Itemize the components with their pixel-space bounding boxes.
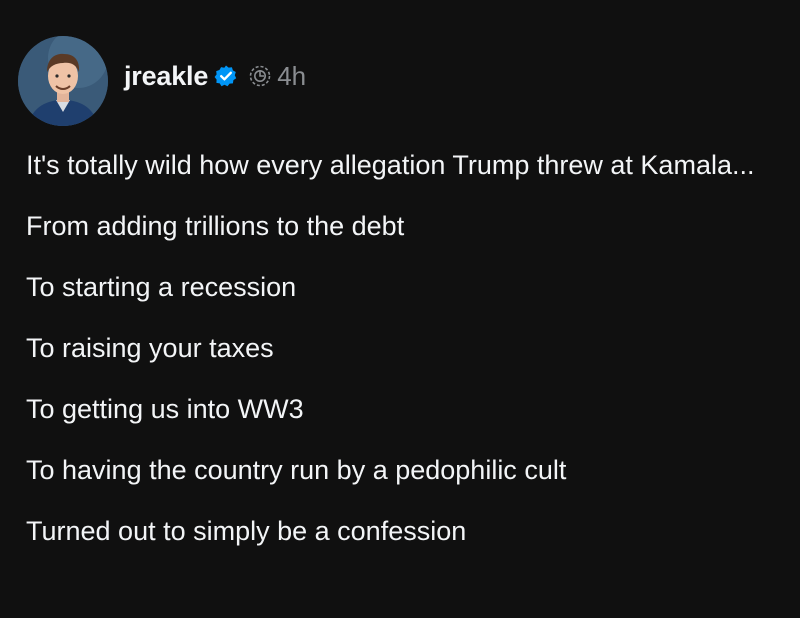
post-card: jreakle 4h It's totally wild how every a… [0,0,800,618]
avatar-photo-icon [18,36,108,126]
post-header: jreakle 4h [18,34,306,128]
post-meta: jreakle 4h [124,61,306,92]
post-paragraph: From adding trillions to the debt [26,211,405,241]
threads-icon [248,64,272,88]
avatar[interactable] [18,36,108,126]
post-paragraph: To having the country run by a pedophili… [26,455,567,485]
verified-badge-icon [214,64,238,88]
username[interactable]: jreakle [124,61,208,92]
post-paragraph: To getting us into WW3 [26,394,304,424]
post-paragraph: Turned out to simply be a confession [26,516,467,546]
post-paragraph: To starting a recession [26,272,297,302]
post-paragraph: It's totally wild how every allegation T… [26,150,755,180]
post-timestamp: 4h [277,60,307,91]
post-body: It's totally wild how every allegation T… [26,146,766,573]
post-paragraph: To raising your taxes [26,333,274,363]
